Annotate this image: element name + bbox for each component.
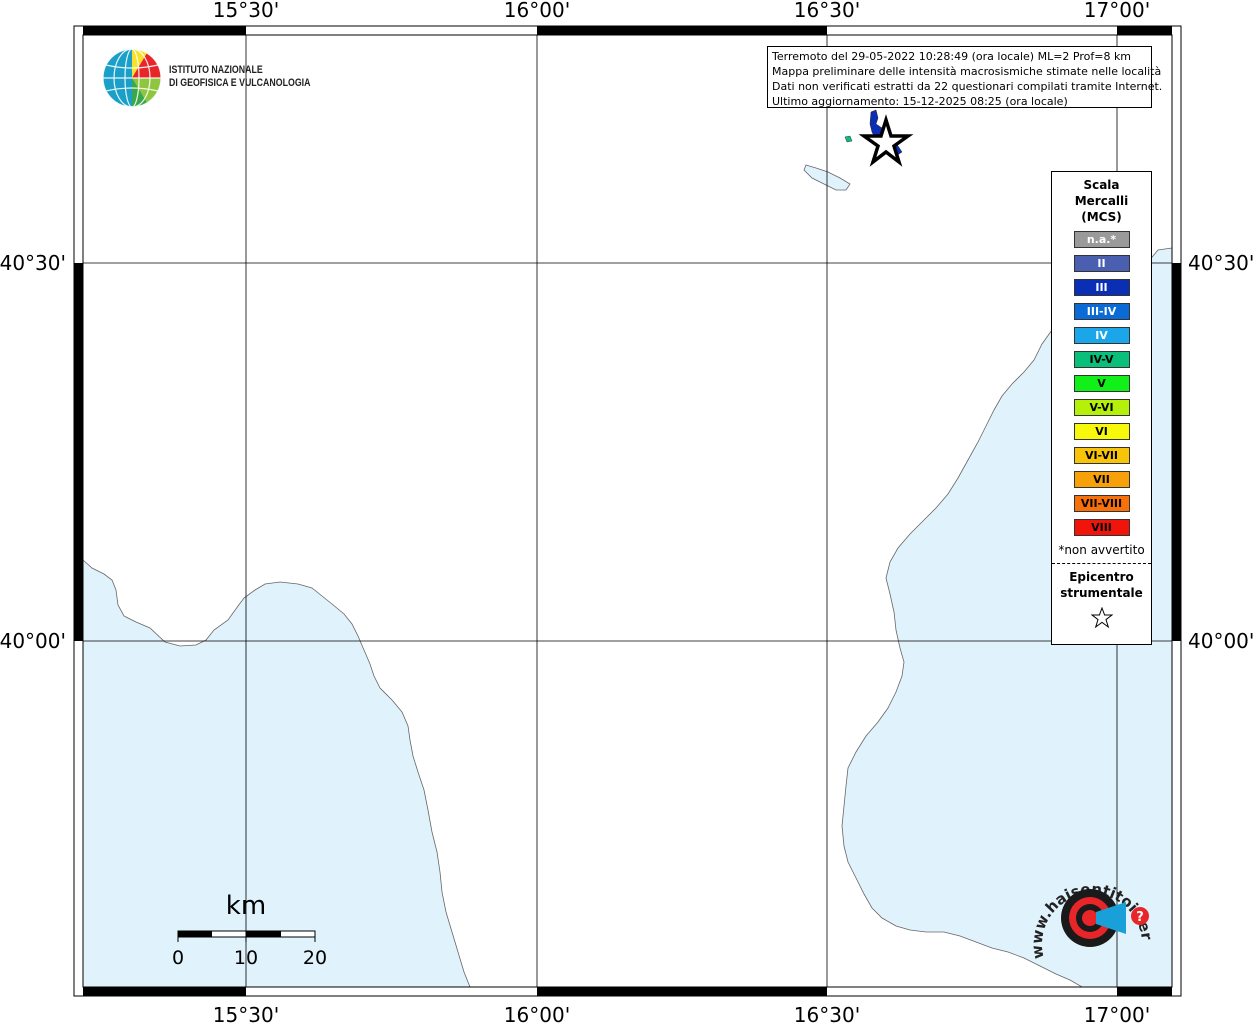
x-tick-bottom-1: 15°30' (213, 1003, 279, 1024)
legend-item-v-vi: V-VI (1073, 399, 1130, 416)
y-tick-left-2: 40°00' (0, 629, 66, 653)
legend-title-line2: Mercalli (1074, 194, 1129, 208)
legend-note: *non avvertito (1058, 543, 1145, 557)
legend-item-vi-vii: VI-VII (1073, 447, 1130, 464)
x-tick-top-1: 15°30' (213, 0, 279, 22)
legend-item-iv-v: IV-V (1073, 351, 1130, 368)
event-info-line4: Ultimo aggiornamento: 15-12-2025 08:25 (… (772, 95, 1068, 108)
legend-item-vii: VII (1073, 471, 1130, 488)
legend-epicenter-label: Epicentro strumentale (1052, 569, 1151, 601)
legend-title-line1: Scala (1083, 178, 1120, 192)
x-tick-top-2: 16°00' (504, 0, 570, 22)
event-info-box: Terremoto del 29-05-2022 10:28:49 (ora l… (767, 46, 1163, 108)
legend-epicenter-star-icon (1052, 606, 1151, 633)
y-tick-left-1: 40°30' (0, 251, 66, 275)
event-info-line2: Mappa preliminare delle intensità macros… (772, 65, 1162, 78)
x-tick-top-4: 17°00' (1084, 0, 1150, 22)
hsit-logo: www.haisentitoilterremoto.it ? (1022, 848, 1160, 974)
x-tick-bottom-3: 16°30' (794, 1003, 860, 1024)
legend-epicenter-line1: Epicentro (1069, 570, 1134, 584)
legend-item-iii: III (1073, 279, 1130, 296)
legend-item-iv: IV (1073, 327, 1130, 344)
y-tick-right-1: 40°30' (1188, 251, 1254, 275)
legend-separator (1052, 563, 1151, 564)
scale-tick-10: 10 (234, 947, 258, 969)
legend-items: n.a.* II III III-IV IV IV-V V V-VI VI VI-VII VII VI… (1052, 231, 1151, 536)
legend-item-v: V (1073, 375, 1130, 392)
ingv-name: ISTITUTO NAZIONALE DI GEOFISICA E VULCAN… (169, 64, 310, 90)
ingv-logo: ISTITUTO NAZIONALE DI GEOFISICA E VULCAN… (101, 47, 321, 109)
hsit-target-icon: www.haisentitoilterremoto.it ? (1022, 848, 1156, 960)
scale-tick-0: 0 (172, 947, 184, 969)
legend-item-vii-viii: VII-VIII (1073, 495, 1130, 512)
legend-epicenter-line2: strumentale (1060, 586, 1143, 600)
mcs-legend: Scala Mercalli (MCS) n.a.* II III III-IV IV I… (1051, 171, 1152, 645)
scale-bar-unit: km (226, 891, 266, 921)
legend-title-line3: (MCS) (1081, 210, 1122, 224)
y-tick-right-2: 40°00' (1188, 629, 1254, 653)
scale-tick-20: 20 (303, 947, 327, 969)
legend-item-vi: VI (1073, 423, 1130, 440)
legend-item-viii: VIII (1073, 519, 1130, 536)
x-tick-top-3: 16°30' (794, 0, 860, 22)
x-tick-bottom-2: 16°00' (504, 1003, 570, 1024)
ingv-globe-icon (102, 48, 162, 108)
ingv-name-line2: DI GEOFISICA E VULCANOLOGIA (169, 77, 311, 89)
legend-item-iii-iv: III-IV (1073, 303, 1130, 320)
ingv-name-line1: ISTITUTO NAZIONALE (169, 64, 263, 76)
legend-item-n-a: n.a.* (1073, 231, 1130, 248)
legend-item-ii: II (1073, 255, 1130, 272)
svg-text:?: ? (1136, 910, 1144, 925)
event-info-line3: Dati non verificati estratti da 22 quest… (772, 80, 1163, 93)
event-info-line1: Terremoto del 29-05-2022 10:28:49 (ora l… (772, 50, 1132, 63)
legend-title: Scala Mercalli (MCS) (1052, 177, 1151, 225)
x-tick-bottom-4: 17°00' (1084, 1003, 1150, 1024)
